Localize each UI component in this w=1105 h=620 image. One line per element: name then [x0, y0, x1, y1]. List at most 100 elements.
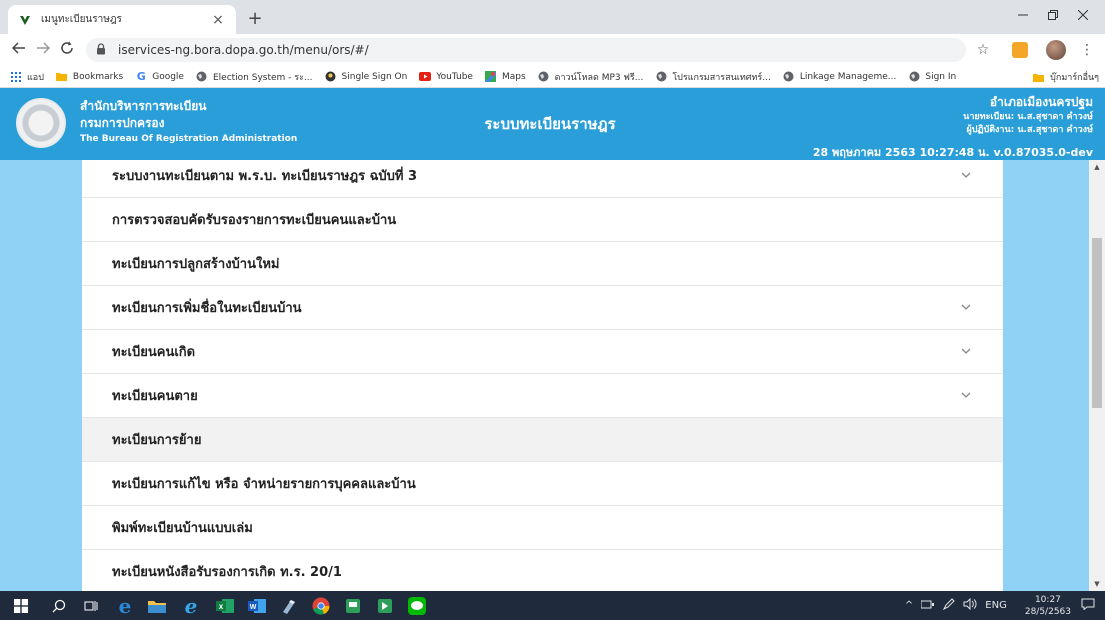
green-app-icon[interactable] [342, 595, 364, 617]
bookmark-label: ดาวน์โหลด MP3 ฟรี... [554, 72, 644, 83]
pen-icon[interactable] [943, 598, 955, 613]
bookmark-signin[interactable]: Sign In [908, 71, 956, 83]
menu-item[interactable]: ทะเบียนคนเกิด [82, 330, 1003, 374]
new-tab-button[interactable]: + [244, 8, 266, 30]
menu-item-label: พิมพ์ทะเบียนบ้านแบบเล่ม [112, 521, 253, 536]
registration-menu: ระบบงานทะเบียนตาม พ.ร.บ. ทะเบียนราษฎร ฉบ… [82, 160, 1003, 591]
menu-item-label: การตรวจสอบคัดรับรองรายการทะเบียนคนและบ้า… [112, 213, 397, 228]
bookmark-maps[interactable]: Maps [485, 71, 526, 83]
chevron-down-icon[interactable] [959, 168, 973, 182]
menu-item[interactable]: ทะเบียนการปลูกสร้างบ้านใหม่ [82, 242, 1003, 286]
browser-tab[interactable]: เมนูทะเบียนราษฎร × [8, 5, 236, 34]
bookmark-label: Google [152, 71, 184, 82]
internet-explorer-icon[interactable]: e [180, 594, 202, 618]
menu-item[interactable]: ทะเบียนหนังสือรับรองการเกิด ท.ร. 20/1 [82, 550, 1003, 591]
menu-item-label: ระบบงานทะเบียนตาม พ.ร.บ. ทะเบียนราษฎร ฉบ… [112, 169, 418, 184]
chevron-down-icon[interactable] [959, 300, 973, 314]
windows-start-icon[interactable] [10, 595, 32, 617]
extension-icon[interactable] [1012, 42, 1028, 58]
globe-icon [538, 71, 550, 83]
session-timestamp: 28 พฤษภาคม 2563 10:27:48 น. v.0.87035.0-… [812, 146, 1093, 159]
profile-avatar[interactable] [1046, 40, 1066, 60]
bookmark-label: Election System - ระ... [212, 72, 313, 83]
app-header: สำนักบริหารการทะเบียน กรมการปกครอง The B… [0, 88, 1105, 160]
left-margin-panel [0, 160, 82, 591]
bookmark-label: Maps [501, 71, 526, 82]
scrollbar-thumb[interactable] [1092, 238, 1102, 408]
file-explorer-icon[interactable] [146, 595, 168, 617]
globe-icon [655, 71, 667, 83]
bookmark-apps[interactable]: แอป [10, 70, 44, 84]
bookmark-label: โปรแกรมสารสนเทศทร์... [672, 72, 771, 83]
bookmark-program[interactable]: โปรแกรมสารสนเทศทร์... [655, 70, 771, 84]
volume-icon[interactable] [963, 597, 977, 613]
green-app-icon[interactable] [374, 595, 396, 617]
bookmark-label: YouTube [436, 71, 473, 82]
bookmark-linkage[interactable]: Linkage Manageme... [783, 71, 896, 83]
forward-arrow-icon[interactable] [32, 39, 54, 61]
search-icon[interactable] [48, 595, 70, 617]
notepad-app-icon[interactable] [278, 595, 300, 617]
sso-icon [325, 71, 337, 83]
scroll-up-icon[interactable]: ▲ [1089, 160, 1105, 174]
globe-icon [908, 71, 920, 83]
tab-title: เมนูทะเบียนราษฎร [41, 14, 122, 25]
bookmark-label: แอป [27, 72, 44, 83]
folder-icon [1033, 71, 1045, 83]
menu-item[interactable]: ทะเบียนการเพิ่มชื่อในทะเบียนบ้าน [82, 286, 1003, 330]
word-icon[interactable]: W [246, 595, 268, 617]
menu-item-label: ทะเบียนการปลูกสร้างบ้านใหม่ [112, 257, 280, 272]
network-icon[interactable] [920, 599, 935, 612]
bookmark-folder[interactable]: Bookmarks [56, 71, 123, 83]
url-text: iservices-ng.bora.dopa.go.th/menu/ors/#/ [118, 43, 369, 57]
system-title: ระบบทะเบียนราษฎร [484, 115, 616, 133]
bookmark-google[interactable]: G Google [135, 70, 184, 83]
tab-close-icon[interactable]: × [210, 12, 226, 28]
bookmark-star-icon[interactable]: ☆ [972, 39, 994, 61]
chrome-menu-icon[interactable]: ⋮ [1080, 39, 1094, 61]
scroll-down-icon[interactable]: ▼ [1089, 577, 1105, 591]
org-name-line1: สำนักบริหารการทะเบียน [80, 99, 207, 113]
taskbar-clock[interactable]: 10:27 28/5/2563 [1025, 594, 1071, 618]
notification-icon[interactable] [1081, 598, 1095, 613]
chevron-down-icon[interactable] [959, 388, 973, 402]
back-arrow-icon[interactable] [8, 39, 30, 61]
youtube-icon [419, 71, 432, 83]
page-scrollbar[interactable]: ▲ ▼ [1089, 160, 1105, 591]
other-bookmarks[interactable]: บุ๊กมาร์กอื่นๆ [1033, 66, 1099, 88]
windows-taskbar: e e x W ^ ENG 10:27 28/5/2563 [0, 591, 1105, 620]
menu-item[interactable]: ทะเบียนการแก้ไข หรือ จำหน่ายรายการบุคคลแ… [82, 462, 1003, 506]
folder-icon [56, 71, 68, 83]
bookmark-label: Single Sign On [341, 71, 408, 82]
reload-icon[interactable] [56, 39, 78, 61]
menu-item-active[interactable]: ทะเบียนการย้าย [82, 418, 1003, 462]
line-app-icon[interactable] [406, 595, 428, 617]
user-info: อำเภอเมืองนครปฐม นายทะเบียน: น.ส.สุชาดา … [813, 94, 1093, 159]
bookmark-youtube[interactable]: YouTube [419, 71, 473, 83]
department-seal-logo [16, 98, 66, 148]
chevron-down-icon[interactable] [959, 344, 973, 358]
organization-name: สำนักบริหารการทะเบียน กรมการปกครอง The B… [80, 98, 297, 146]
task-view-icon[interactable] [80, 595, 102, 617]
globe-icon [783, 71, 795, 83]
system-tray: ^ ENG 10:27 28/5/2563 [905, 591, 1105, 620]
excel-icon[interactable]: x [214, 595, 236, 617]
edge-browser-icon[interactable]: e [114, 594, 136, 618]
url-bar[interactable]: iservices-ng.bora.dopa.go.th/menu/ors/#/ [86, 38, 966, 62]
input-language[interactable]: ENG [985, 600, 1007, 611]
menu-item-label: ทะเบียนการย้าย [112, 433, 202, 448]
menu-item-label: ทะเบียนคนตาย [112, 389, 198, 404]
bookmark-mp3[interactable]: ดาวน์โหลด MP3 ฟรี... [538, 70, 644, 84]
svg-text:W: W [250, 604, 257, 611]
menu-item-label: ทะเบียนการเพิ่มชื่อในทะเบียนบ้าน [112, 301, 302, 316]
menu-item[interactable]: พิมพ์ทะเบียนบ้านแบบเล่ม [82, 506, 1003, 550]
chrome-icon[interactable] [310, 595, 332, 617]
close-window-icon[interactable] [1060, 0, 1105, 34]
menu-item[interactable]: ระบบงานทะเบียนตาม พ.ร.บ. ทะเบียนราษฎร ฉบ… [82, 160, 1003, 198]
bookmark-sso[interactable]: Single Sign On [325, 71, 408, 83]
chevron-up-icon[interactable]: ^ [905, 600, 913, 611]
menu-item[interactable]: ทะเบียนคนตาย [82, 374, 1003, 418]
bookmark-election[interactable]: Election System - ระ... [196, 70, 313, 84]
menu-item[interactable]: การตรวจสอบคัดรับรองรายการทะเบียนคนและบ้า… [82, 198, 1003, 242]
site-favicon-icon [18, 13, 32, 27]
